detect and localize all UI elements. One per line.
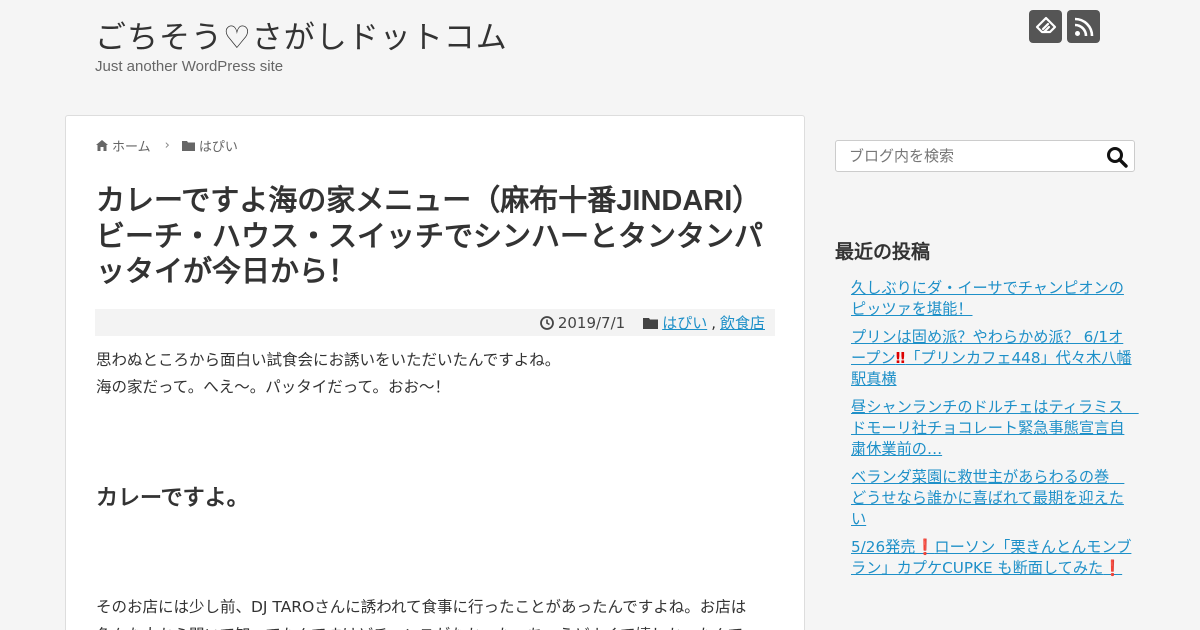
rss-icon[interactable] (1067, 10, 1100, 43)
breadcrumb-home[interactable]: ホーム (112, 136, 151, 155)
recent-post-link[interactable]: 昼シャンランチのドルチェはティラミス ドモーリ社チョコレート緊急事態宣言自粛休業… (851, 398, 1139, 458)
search-icon[interactable] (1106, 146, 1128, 168)
recent-post-link[interactable]: ベランダ菜園に救世主があらわるの巻 どうせなら誰かに喜ばれて最期を迎えたい (851, 468, 1124, 528)
article-paragraph-1: 思わぬところから面白い試食会にお誘いをいただいたんですよね。 海の家だって。へえ… (96, 347, 786, 401)
article-paragraph-2: そのお店には少し前、DJ TAROさんに誘われて食事に行ったことがあったんですよ… (96, 593, 776, 630)
post-date: 2019/7/1 (557, 313, 626, 332)
article-subheading: カレーですよ。 (96, 486, 249, 511)
home-icon (96, 140, 108, 151)
main-content: ホーム › はぴい カレーですよ海の家メニュー（麻布十番JINDARI）ビーチ・… (65, 115, 805, 630)
paragraph-line: 海の家だって。へえ～。パッタイだって。おお～！ (96, 378, 451, 396)
breadcrumb: ホーム › はぴい (96, 136, 238, 155)
list-item: 久しぶりにダ・イーサでチャンピオンのピッツァを堪能！ (851, 278, 1136, 320)
header-social-icons (1029, 10, 1100, 43)
folder-icon (643, 317, 659, 329)
category-separator: , (711, 313, 716, 332)
exclamation-icon: ❗ (1103, 559, 1123, 577)
exclamation-icon: ‼ (895, 349, 906, 367)
site-description: Just another WordPress site (95, 58, 284, 75)
recent-posts-list: 久しぶりにダ・イーサでチャンピオンのピッツァを堪能！ プリンは固め派？やわらかめ… (851, 278, 1139, 586)
category-link-happy[interactable]: はぴい (662, 312, 707, 333)
category-link-restaurant[interactable]: 飲食店 (720, 312, 765, 333)
recent-post-link[interactable]: 5/26発売❗ローソン「栗きんとんモンブラン」カプケCUPKE も断面してみた❗ (851, 538, 1131, 577)
paragraph-line: そのお店には少し前、DJ TAROさんに誘われて食事に行ったことがあったんですよ… (96, 598, 747, 616)
search-input[interactable] (836, 141, 1096, 171)
list-item: 昼シャンランチのドルチェはティラミス ドモーリ社チョコレート緊急事態宣言自粛休業… (851, 397, 1139, 460)
breadcrumb-category[interactable]: はぴい (199, 136, 238, 155)
list-item: プリンは固め派？やわらかめ派？ 6/1オープン‼「プリンカフェ448」代々木八幡… (851, 327, 1136, 390)
feedly-icon[interactable] (1029, 10, 1062, 43)
recent-post-link[interactable]: プリンは固め派？やわらかめ派？ 6/1オープン‼「プリンカフェ448」代々木八幡… (851, 328, 1132, 388)
list-item: 5/26発売❗ローソン「栗きんとんモンブラン」カプケCUPKE も断面してみた❗ (851, 537, 1136, 579)
paragraph-line: 思わぬところから面白い試食会にお誘いをいただいたんですよね。 (96, 351, 561, 369)
recent-posts-heading: 最近の投稿 (835, 241, 931, 263)
folder-icon (181, 141, 195, 151)
recent-post-link[interactable]: 久しぶりにダ・イーサでチャンピオンのピッツァを堪能！ (851, 279, 1124, 318)
clock-icon (539, 315, 554, 330)
site-title[interactable]: ごちそう♡さがしドットコム (95, 12, 508, 57)
paragraph-line: 色々な人から聞いて知ってたんですけどチャンスがなかった。ちょうどよくて嬉しかった… (96, 621, 776, 630)
search-form (835, 140, 1135, 172)
list-item: ベランダ菜園に救世主があらわるの巻 どうせなら誰かに喜ばれて最期を迎えたい (851, 467, 1136, 530)
article-meta: 2019/7/1 はぴい , 飲食店 (95, 309, 775, 336)
link-text: 5/26発売 (851, 538, 916, 556)
article-title: カレーですよ海の家メニュー（麻布十番JINDARI）ビーチ・ハウス・スイッチでシ… (96, 185, 764, 288)
chevron-right-icon: › (164, 138, 170, 153)
exclamation-icon: ❗ (915, 538, 935, 556)
